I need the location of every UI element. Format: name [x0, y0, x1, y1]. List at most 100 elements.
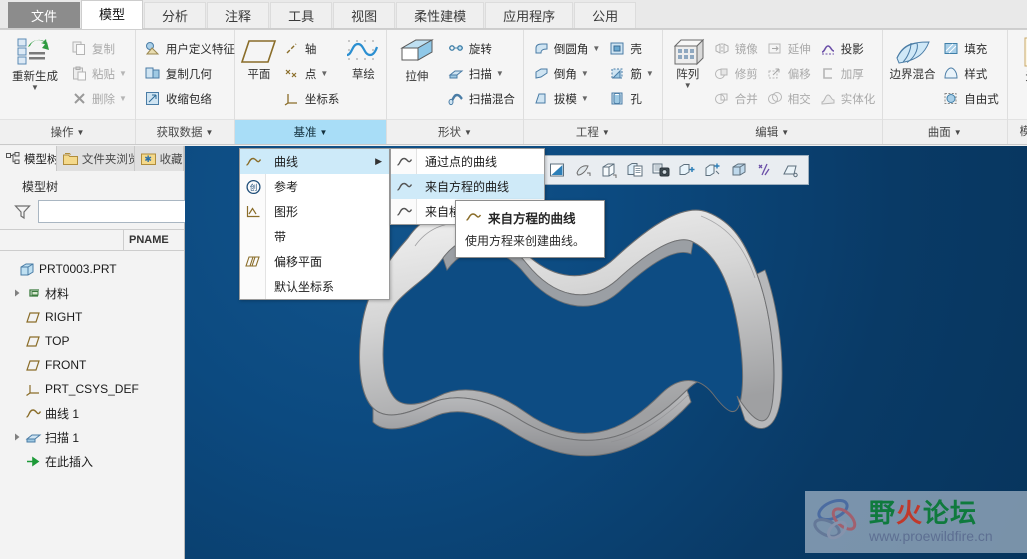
tree-item-right[interactable]: RIGHT — [0, 305, 184, 329]
draft-button[interactable]: 拔模 ▼ — [528, 86, 604, 111]
tree-item-material[interactable]: 材料 — [0, 281, 184, 305]
tab-favorites[interactable]: ✱ 收藏 — [134, 146, 184, 171]
mirror-button[interactable]: 镜像 — [709, 36, 762, 61]
saved-orientations-icon[interactable] — [596, 157, 622, 183]
menu-item-curve[interactable]: 曲线 ▶ — [240, 149, 389, 174]
tree-filter-input[interactable] — [38, 200, 190, 223]
group-label-engineering[interactable]: 工程 ▼ — [523, 119, 662, 144]
udf-button[interactable]: 用户定义特征 — [140, 36, 239, 61]
tree-item-curve[interactable]: 曲线 1 — [0, 401, 184, 425]
pattern-button[interactable]: 阵列 ▼ — [667, 34, 709, 90]
group-label-surfaces[interactable]: 曲面 ▼ — [882, 119, 1007, 144]
tab-view[interactable]: 视图 — [333, 2, 396, 29]
delete-caret[interactable]: ▼ — [119, 94, 127, 103]
freestyle-button[interactable]: 自由式 — [938, 86, 1003, 111]
repaint-icon[interactable] — [544, 157, 570, 183]
group-label-shapes[interactable]: 形状 ▼ — [386, 119, 523, 144]
pattern-caret[interactable]: ▼ — [684, 82, 692, 90]
tree-item-top[interactable]: TOP — [0, 329, 184, 353]
hole-button[interactable]: 孔 — [604, 86, 657, 111]
thicken-button[interactable]: 加厚 — [815, 61, 880, 86]
tab-analysis[interactable]: 分析 — [144, 2, 207, 29]
sketch-button[interactable]: 草绘 — [343, 34, 383, 82]
swept-blend-button[interactable]: 扫描混合 — [443, 86, 519, 111]
round-button[interactable]: 倒圆角 ▼ — [528, 36, 604, 61]
datum-display-icon[interactable] — [674, 157, 700, 183]
menu-item-reference[interactable]: 创 参考 — [240, 174, 389, 199]
tree-column-header: PNAME — [0, 229, 184, 251]
group-label-editing[interactable]: 编辑 ▼ — [662, 119, 882, 144]
offset-button[interactable]: 偏移 — [762, 61, 815, 86]
paste-caret[interactable]: ▼ — [119, 69, 127, 78]
axes-display-icon[interactable] — [752, 157, 778, 183]
menu-item-offset-plane[interactable]: 偏移平面 — [240, 249, 389, 274]
tree-item-insert-here[interactable]: 在此插入 — [0, 449, 184, 473]
extend-button[interactable]: 延伸 — [762, 36, 815, 61]
display-style-icon[interactable] — [570, 157, 596, 183]
tree-item-csys[interactable]: PRT_CSYS_DEF — [0, 377, 184, 401]
tab-common[interactable]: 公用 — [574, 2, 637, 29]
tab-tools[interactable]: 工具 — [270, 2, 333, 29]
tree-item-front[interactable]: FRONT — [0, 353, 184, 377]
group-label-get-data[interactable]: 获取数据 ▼ — [135, 119, 234, 144]
filter-icon[interactable] — [14, 204, 31, 220]
boundary-blend-button[interactable]: 边界混合 — [887, 34, 939, 82]
menu-item-band[interactable]: 带 — [240, 224, 389, 249]
style-button[interactable]: 样式 — [938, 61, 1003, 86]
shrinkwrap-button[interactable]: 收缩包络 — [140, 86, 239, 111]
expand-arrow-icon[interactable] — [10, 289, 23, 297]
datum-point-caret[interactable]: ▼ — [320, 69, 328, 78]
tab-annotate[interactable]: 注释 — [207, 2, 270, 29]
scene-icon[interactable] — [648, 157, 674, 183]
tab-file[interactable]: 文件 — [8, 2, 81, 29]
tab-folder-browser[interactable]: 文件夹浏览器 — [56, 146, 135, 171]
revolve-button[interactable]: 旋转 — [443, 36, 519, 61]
menu-item-graph[interactable]: 图形 — [240, 199, 389, 224]
submenu-item-curve-from-equation[interactable]: 来自方程的曲线 — [391, 174, 544, 199]
project-button[interactable]: 投影 — [815, 36, 880, 61]
datum-axis-button[interactable]: 轴 — [279, 36, 344, 61]
expand-arrow-icon[interactable] — [10, 433, 23, 441]
datum-point-button[interactable]: 点 ▼ — [279, 61, 344, 86]
draft-caret[interactable]: ▼ — [581, 94, 589, 103]
group-label-model-intent[interactable]: 模型意 — [1007, 119, 1027, 144]
tab-model[interactable]: 模型 — [81, 0, 144, 29]
tab-model-tree[interactable]: 模型树 — [0, 146, 57, 171]
group-label-datum[interactable]: 基准 ▼ — [234, 119, 386, 144]
copy-geometry-button[interactable]: 复制几何 — [140, 61, 239, 86]
chamfer-button[interactable]: 倒角 ▼ — [528, 61, 604, 86]
submenu-item-curve-through-points[interactable]: 通过点的曲线 — [391, 149, 544, 174]
regenerate-caret[interactable]: ▼ — [31, 84, 39, 92]
tab-applications[interactable]: 应用程序 — [485, 2, 574, 29]
spin-center-icon[interactable] — [726, 157, 752, 183]
perspective-icon[interactable] — [778, 157, 804, 183]
copy-button[interactable]: 复制 — [66, 36, 131, 61]
get-data-buttons: 用户定义特征 复制几何 收缩包络 — [140, 34, 239, 111]
annotation-display-icon[interactable] — [700, 157, 726, 183]
merge-button[interactable]: 合并 — [709, 86, 762, 111]
chamfer-caret[interactable]: ▼ — [581, 69, 589, 78]
datum-csys-button[interactable]: 坐标系 — [279, 86, 344, 111]
round-caret[interactable]: ▼ — [592, 44, 600, 53]
tree-item-part[interactable]: PRT0003.PRT — [0, 257, 184, 281]
solidify-button[interactable]: 实体化 — [815, 86, 880, 111]
component-button[interactable]: 元件 — [1012, 34, 1027, 84]
trim-button[interactable]: 修剪 — [709, 61, 762, 86]
delete-button[interactable]: 删除 ▼ — [66, 86, 131, 111]
menu-item-default-csys[interactable]: 默认坐标系 — [240, 274, 389, 299]
extrude-button[interactable]: 拉伸 — [391, 34, 443, 84]
group-label-operations[interactable]: 操作 ▼ — [0, 119, 135, 144]
rib-button[interactable]: 筋 ▼ — [604, 61, 657, 86]
view-manager-icon[interactable] — [622, 157, 648, 183]
datum-plane-button[interactable]: 平面 — [239, 34, 279, 82]
intersect-button[interactable]: 相交 — [762, 86, 815, 111]
regenerate-button[interactable]: 重新生成 ▼ — [4, 34, 66, 92]
sweep-caret[interactable]: ▼ — [496, 69, 504, 78]
paste-button[interactable]: 粘贴 ▼ — [66, 61, 131, 86]
fill-button[interactable]: 填充 — [938, 36, 1003, 61]
tab-flexible-modeling[interactable]: 柔性建模 — [396, 2, 485, 29]
tree-item-sweep[interactable]: 扫描 1 — [0, 425, 184, 449]
rib-caret[interactable]: ▼ — [646, 69, 654, 78]
sweep-button[interactable]: 扫描 ▼ — [443, 61, 519, 86]
shell-button[interactable]: 壳 — [604, 36, 657, 61]
